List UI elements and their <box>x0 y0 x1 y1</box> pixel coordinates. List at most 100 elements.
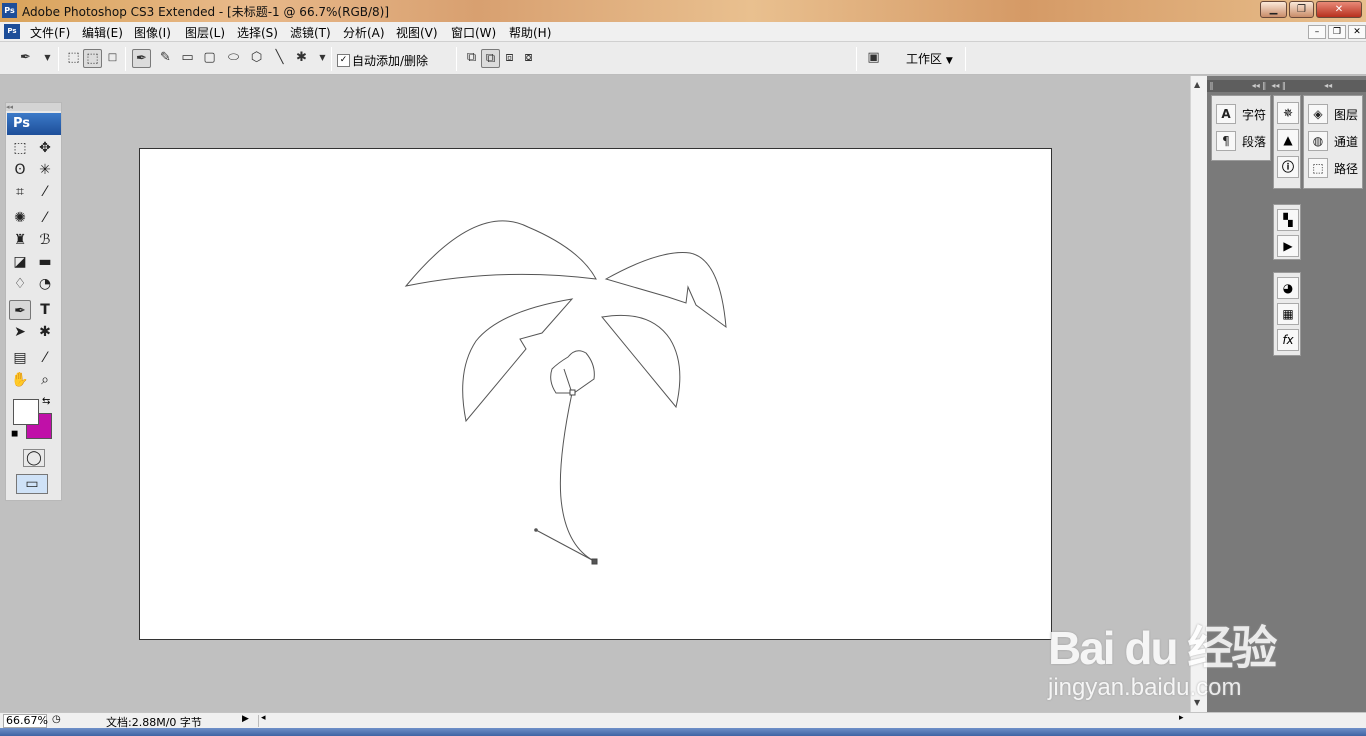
add-to-path-icon[interactable]: ⧉ <box>462 49 481 68</box>
paragraph-panel-item[interactable]: ¶ 段落 <box>1212 129 1270 153</box>
exclude-path-icon[interactable]: ⧇ <box>519 49 538 68</box>
restore-button[interactable]: ❐ <box>1289 1 1314 18</box>
status-menu-icon[interactable]: ◷ <box>52 714 61 725</box>
subtract-path-icon[interactable]: ⧉ <box>481 49 500 68</box>
magic-wand-icon[interactable]: ✳ <box>34 160 56 180</box>
scroll-down-icon[interactable]: ▼ <box>1194 698 1200 707</box>
marquee-tool-icon[interactable]: ⬚ <box>9 138 31 158</box>
screen-mode-icon[interactable]: ▭ <box>16 474 48 494</box>
color-icon[interactable]: ◕ <box>1277 277 1299 299</box>
actions-icon[interactable]: ▶ <box>1277 235 1299 257</box>
custom-shape-tool-icon[interactable]: ✱ <box>34 322 56 342</box>
menu-view[interactable]: 视图(V) <box>396 24 438 41</box>
paths-mode-icon[interactable]: ⬚ <box>83 49 102 68</box>
brush-tool-icon[interactable]: ⁄ <box>34 208 56 228</box>
type-tool-icon[interactable]: T <box>34 300 56 320</box>
horizontal-scrollbar[interactable]: ◂ ▸ <box>258 713 1188 727</box>
path-drawing[interactable] <box>140 149 1053 641</box>
fill-pixels-icon[interactable]: □ <box>103 49 122 68</box>
scroll-up-icon[interactable]: ▲ <box>1194 80 1200 89</box>
swap-colors-icon[interactable]: ⇆ <box>42 396 50 407</box>
eyedropper-icon[interactable]: ⁄ <box>34 348 56 368</box>
gradient-tool-icon[interactable]: ▬ <box>34 252 56 272</box>
auto-add-delete-checkbox[interactable]: ✓ 自动添加/删除 <box>337 52 428 69</box>
channels-panel-item[interactable]: ◍ 通道 <box>1304 129 1362 153</box>
menu-analysis[interactable]: 分析(A) <box>343 24 385 41</box>
status-arrow-icon[interactable]: ▶ <box>242 714 249 724</box>
rounded-rectangle-icon[interactable]: ▢ <box>200 49 219 68</box>
divider <box>856 47 857 71</box>
clone-stamp-icon[interactable]: ♜ <box>9 230 31 250</box>
panel-group-layers: ◈ 图层 ◍ 通道 ⬚ 路径 <box>1303 95 1363 189</box>
lasso-tool-icon[interactable]: ʘ <box>9 160 31 180</box>
document-canvas[interactable] <box>139 148 1052 640</box>
divider <box>331 47 332 71</box>
paths-panel-item[interactable]: ⬚ 路径 <box>1304 156 1362 180</box>
checkbox-icon[interactable]: ✓ <box>337 54 350 67</box>
ellipse-icon[interactable]: ⬭ <box>224 49 243 68</box>
menu-edit[interactable]: 编辑(E) <box>82 24 123 41</box>
rectangle-icon[interactable]: ▭ <box>178 49 197 68</box>
menu-filter[interactable]: 滤镜(T) <box>290 24 331 41</box>
menu-window[interactable]: 窗口(W) <box>451 24 496 41</box>
zoom-tool-icon[interactable]: ⌕ <box>34 370 56 390</box>
history-brush-icon[interactable]: ℬ <box>34 230 56 250</box>
navigator-icon[interactable]: ✵ <box>1277 102 1299 124</box>
pen-tool-icon[interactable]: ✒ <box>132 49 151 68</box>
crop-tool-icon[interactable]: ⌗ <box>9 182 31 202</box>
layers-panel-item[interactable]: ◈ 图层 <box>1304 102 1362 126</box>
eraser-tool-icon[interactable]: ◪ <box>9 252 31 272</box>
dock-header[interactable]: ‖ ◂◂ ‖ ◂◂ ‖ ◂◂ <box>1207 80 1366 92</box>
freeform-pen-icon[interactable]: ✎ <box>156 49 175 68</box>
slice-tool-icon[interactable]: ⁄ <box>34 182 56 202</box>
status-bar: 66.67% ◷ 文档:2.88M/0 字节 ▶ ◂ ▸ <box>0 712 1366 729</box>
bridge-icon[interactable]: ▣ <box>864 49 883 68</box>
leaf-path-mid-left <box>462 298 574 423</box>
pen-tool-icon[interactable]: ✒ <box>9 300 31 320</box>
toolbox-header[interactable]: Ps <box>7 113 61 135</box>
menu-layer[interactable]: 图层(L) <box>185 24 225 41</box>
character-panel-item[interactable]: A 字符 <box>1212 102 1270 126</box>
polygon-icon[interactable]: ⬡ <box>247 49 266 68</box>
doc-minimize-button[interactable]: – <box>1308 25 1326 39</box>
vertical-scrollbar[interactable]: ▲ ▼ <box>1190 76 1207 712</box>
doc-close-button[interactable]: ✕ <box>1348 25 1366 39</box>
menu-select[interactable]: 选择(S) <box>237 24 278 41</box>
menu-bar: Ps 文件(F) 编辑(E) 图像(I) 图层(L) 选择(S) 滤镜(T) 分… <box>0 22 1366 42</box>
history-icon[interactable]: ▚ <box>1277 209 1299 231</box>
minimize-button[interactable]: ▁ <box>1260 1 1287 18</box>
doc-restore-button[interactable]: ❐ <box>1328 25 1346 39</box>
menu-image[interactable]: 图像(I) <box>134 24 171 41</box>
workspace-menu[interactable]: 工作区 ▼ <box>906 50 953 67</box>
scroll-left-icon[interactable]: ◂ <box>261 713 266 723</box>
intersect-path-icon[interactable]: ⧈ <box>500 49 519 68</box>
quick-mask-icon[interactable]: ◯ <box>23 449 45 467</box>
document-icon[interactable]: Ps <box>4 24 20 39</box>
healing-brush-icon[interactable]: ✺ <box>9 208 31 228</box>
blur-tool-icon[interactable]: ♢ <box>9 274 31 294</box>
move-tool-icon[interactable]: ✥ <box>34 138 56 158</box>
shape-dropdown-icon[interactable]: ▼ <box>313 49 332 68</box>
preset-dropdown-icon[interactable]: ▼ <box>38 49 57 68</box>
line-icon[interactable]: ╲ <box>270 49 289 68</box>
path-selection-icon[interactable]: ➤ <box>9 322 31 342</box>
styles-icon[interactable]: fx <box>1277 329 1299 351</box>
dodge-tool-icon[interactable]: ◔ <box>34 274 56 294</box>
swatches-icon[interactable]: ▦ <box>1277 303 1299 325</box>
notes-tool-icon[interactable]: ▤ <box>9 348 31 368</box>
scroll-right-icon[interactable]: ▸ <box>1179 713 1184 723</box>
menu-help[interactable]: 帮助(H) <box>509 24 551 41</box>
histogram-icon[interactable]: ▲ <box>1277 129 1299 151</box>
zoom-field[interactable]: 66.67% <box>3 714 48 728</box>
info-icon[interactable]: ⓘ <box>1277 156 1299 178</box>
foreground-color[interactable] <box>13 399 39 425</box>
shape-layers-icon[interactable]: ⬚ <box>64 49 83 68</box>
custom-shape-icon[interactable]: ✱ <box>292 49 311 68</box>
menu-file[interactable]: 文件(F) <box>30 24 70 41</box>
toolbox-grip[interactable]: ◂◂ <box>6 103 61 111</box>
hand-tool-icon[interactable]: ✋ <box>9 370 31 390</box>
character-panel-label: 字符 <box>1242 108 1267 122</box>
pen-preset-icon[interactable]: ✒ <box>16 49 35 68</box>
close-button[interactable]: ✕ <box>1316 1 1362 18</box>
default-colors-icon[interactable]: ◼ <box>11 429 18 439</box>
